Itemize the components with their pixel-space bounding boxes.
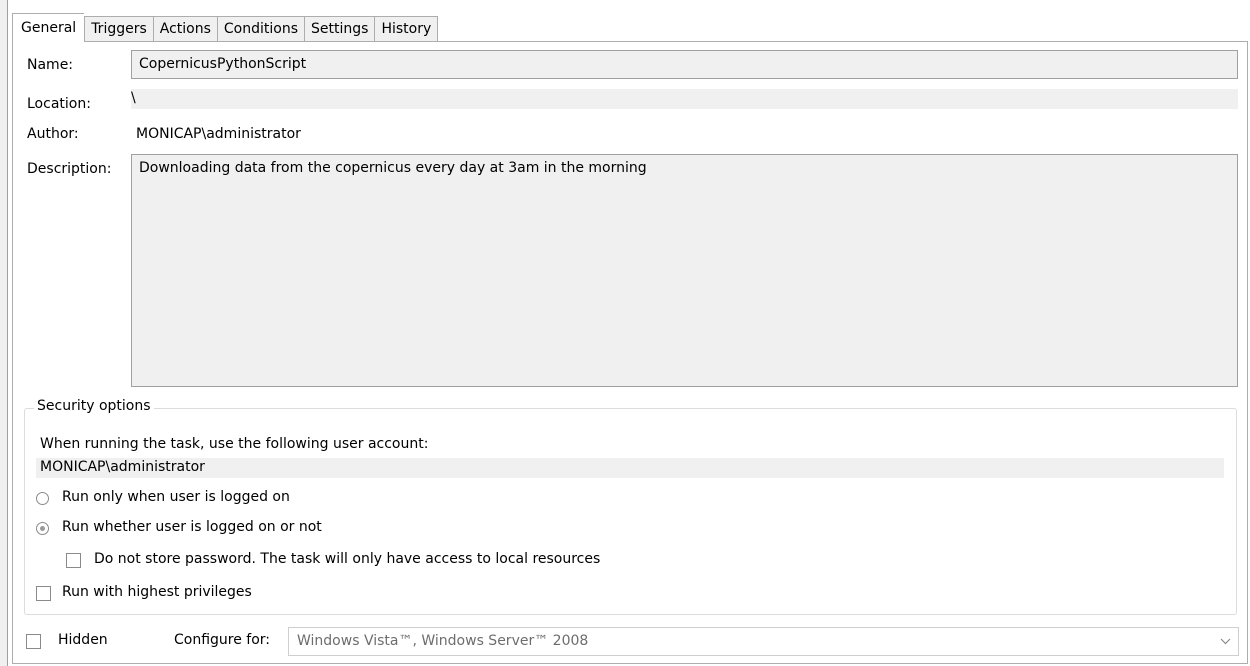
tab-settings[interactable]: Settings [304,16,375,42]
run-logged-on-label[interactable]: Run only when user is logged on [62,489,290,505]
do-not-store-password-label[interactable]: Do not store password. The task will onl… [94,551,600,567]
highest-privileges-label[interactable]: Run with highest privileges [62,584,252,600]
configure-for-value: Windows Vista™, Windows Server™ 2008 [297,633,589,649]
location-value: \ [131,89,1238,109]
tab-conditions[interactable]: Conditions [216,16,305,42]
configure-for-select[interactable]: Windows Vista™, Windows Server™ 2008 [288,627,1239,656]
hidden-checkbox[interactable] [26,634,41,649]
run-whether-label[interactable]: Run whether user is logged on or not [62,519,322,535]
author-value: MONICAP\administrator [136,126,301,142]
run-whether-radio[interactable] [36,522,49,535]
tab-history[interactable]: History [374,16,439,42]
location-label: Location: [27,96,91,112]
account-prompt: When running the task, use the following… [40,436,429,452]
tab-triggers[interactable]: Triggers [84,16,153,42]
description-label: Description: [27,161,112,177]
account-value: MONICAP\administrator [36,458,1224,478]
run-logged-on-radio[interactable] [36,492,49,505]
do-not-store-password-checkbox[interactable] [66,553,81,568]
chevron-down-icon[interactable] [1218,628,1232,655]
configure-for-label: Configure for: [174,632,271,648]
tab-general[interactable]: General [12,13,85,43]
security-options-title: Security options [34,398,154,414]
window-left-edge [0,0,8,666]
name-label: Name: [27,57,74,73]
highest-privileges-checkbox[interactable] [36,586,51,601]
author-label: Author: [27,126,79,142]
description-field[interactable]: Downloading data from the copernicus eve… [131,154,1238,387]
tab-strip: General Triggers Actions Conditions Sett… [12,12,439,43]
hidden-label[interactable]: Hidden [58,632,108,648]
tab-actions[interactable]: Actions [152,16,217,42]
name-field[interactable]: CopernicusPythonScript [131,50,1238,79]
